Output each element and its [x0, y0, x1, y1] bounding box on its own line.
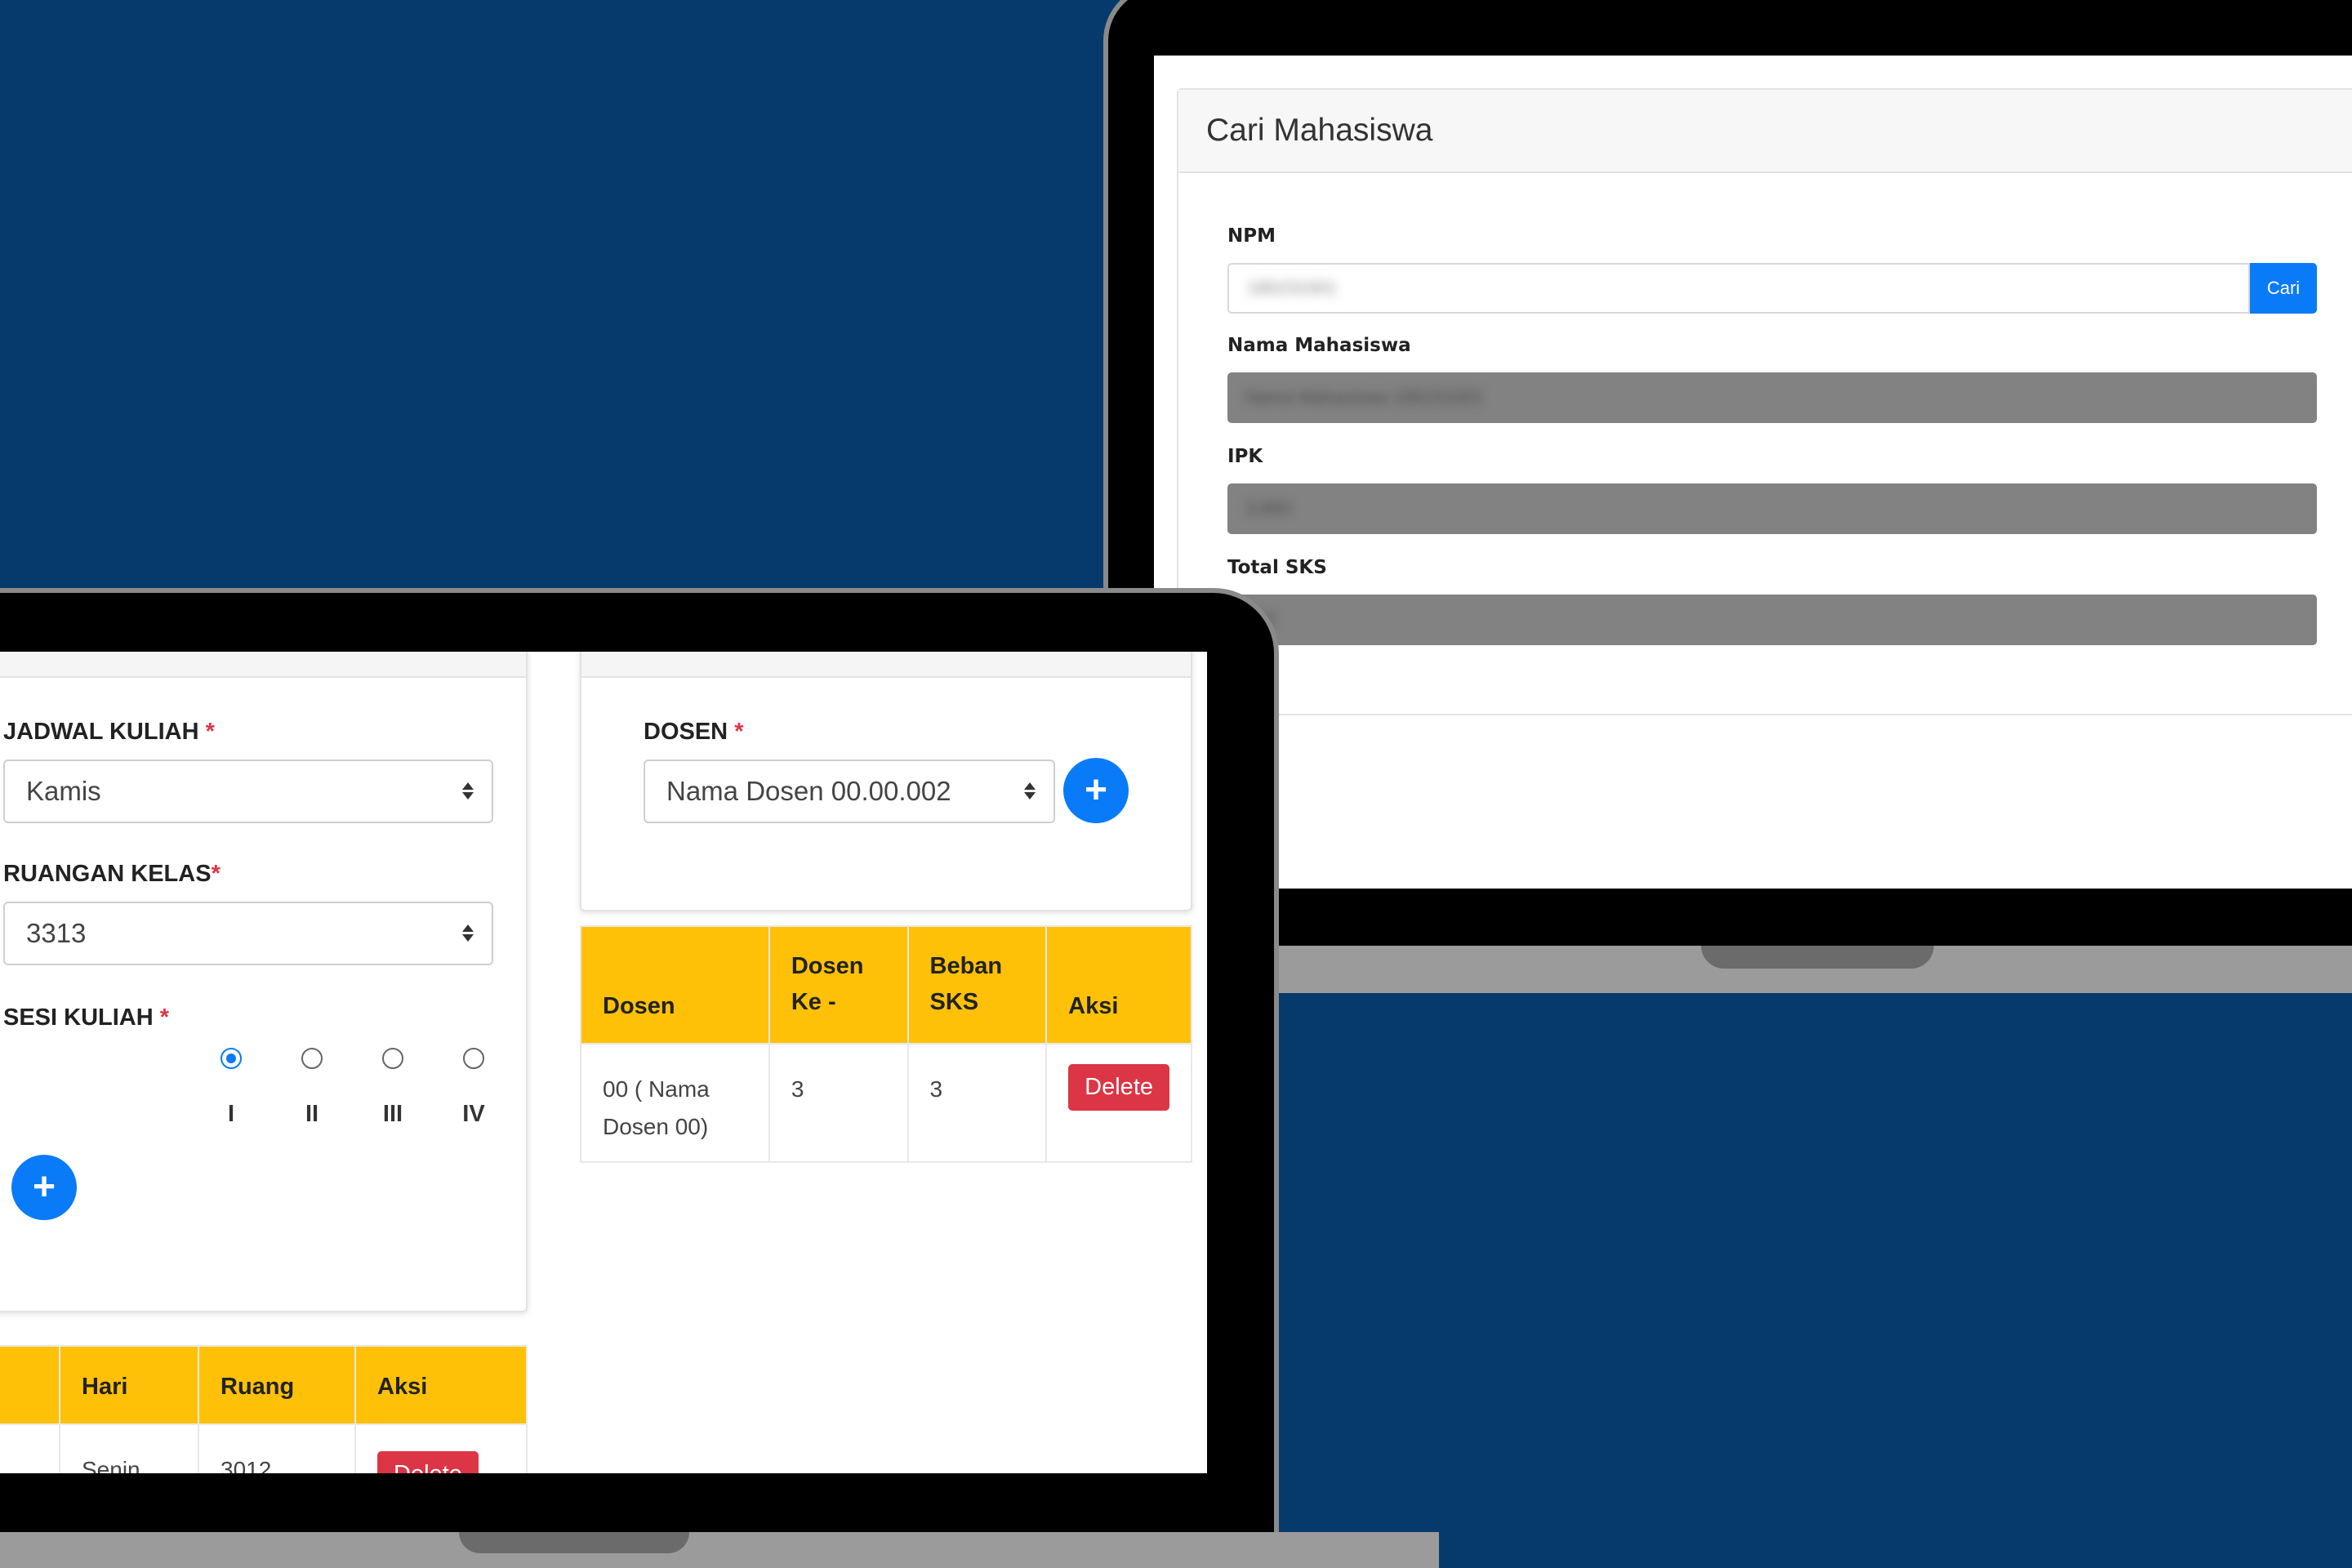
lecturer-select-value: Nama Dosen 00.00.002 — [666, 776, 951, 806]
room-select[interactable]: 3313 — [3, 902, 493, 965]
plus-icon: + — [32, 1165, 56, 1209]
table-header: Dosen — [580, 925, 770, 1045]
session-radio-4[interactable] — [463, 1048, 484, 1069]
table-header: Beban SKS — [906, 925, 1048, 1045]
lecturer-select[interactable]: Nama Dosen 00.00.002 — [644, 760, 1055, 823]
card-title: Cari Mahasiswa — [1206, 113, 1433, 148]
table-cell: Delete — [1045, 1043, 1192, 1163]
table-cell: 3 — [906, 1043, 1048, 1163]
session-label-4: IV — [462, 1101, 485, 1127]
table-cell: 00 ( Nama Dosen 00) — [580, 1043, 770, 1163]
student-name-label: Nama Mahasiswa — [1227, 335, 1411, 356]
total-sks-label: Total SKS — [1227, 557, 1327, 578]
laptop-back-notch — [1701, 946, 1934, 969]
lecturer-table: Dosen Dosen Ke - Beban SKS Aksi 00 ( Nam… — [580, 925, 1192, 1163]
table-row: Senin 3012 Delete — [0, 1423, 528, 1473]
npm-value: 185231001 — [1247, 278, 1338, 298]
search-button[interactable]: Cari — [2250, 263, 2317, 314]
table-cell — [0, 1423, 60, 1473]
sort-caret-icon — [462, 782, 474, 800]
session-label-1: I — [227, 1101, 235, 1127]
day-select[interactable]: Kamis — [3, 760, 493, 823]
table-header: Aksi — [354, 1345, 528, 1425]
session-radio-3[interactable] — [382, 1048, 403, 1069]
npm-input[interactable]: 185231001 — [1227, 263, 2250, 314]
session-radio-2[interactable] — [301, 1048, 323, 1069]
table-header: Aksi — [1045, 925, 1192, 1045]
day-select-value: Kamis — [26, 776, 101, 806]
add-schedule-button[interactable]: + — [11, 1155, 77, 1220]
room-label: RUANGAN KELAS* — [3, 861, 220, 887]
ipk-label: IPK — [1227, 446, 1263, 467]
schedule-screen: JADWAL KULIAH * Kamis RUANGAN KELAS* 331… — [0, 652, 1207, 1473]
table-cell: Delete — [354, 1423, 528, 1473]
laptop-front-base — [0, 1532, 1439, 1568]
student-search-screen: Cari Mahasiswa NPM 185231001 Cari Nama M… — [1154, 56, 2352, 889]
delete-button[interactable]: Delete — [377, 1451, 479, 1473]
table-row: 00 ( Nama Dosen 00) 3 3 Delete — [580, 1043, 1192, 1163]
session-radio-1[interactable] — [220, 1048, 242, 1069]
ipk-field: 3.800 — [1227, 483, 2317, 534]
ipk-value: 3.800 — [1245, 498, 1291, 519]
day-label: JADWAL KULIAH * — [3, 719, 215, 745]
laptop-front-notch — [459, 1532, 689, 1553]
session-label-2: II — [305, 1101, 319, 1127]
laptop-back-frame: Cari Mahasiswa NPM 185231001 Cari Nama M… — [1103, 0, 2352, 947]
table-cell: Senin — [59, 1423, 199, 1473]
plus-icon: + — [1084, 768, 1108, 812]
table-header: i — [0, 1345, 60, 1425]
sort-caret-icon — [462, 924, 474, 942]
lecturer-form-panel: DOSEN * Nama Dosen 00.00.002 + — [580, 652, 1192, 911]
npm-label: NPM — [1227, 225, 1276, 247]
table-cell: 3012 — [198, 1423, 356, 1473]
sort-caret-icon — [1024, 782, 1036, 800]
panel-header — [0, 652, 526, 678]
card-header: Cari Mahasiswa — [1178, 90, 2352, 173]
lecturer-label: DOSEN * — [644, 719, 744, 745]
schedule-table: i Hari Ruang Aksi Senin 3012 Delete — [0, 1345, 528, 1473]
table-cell: 3 — [768, 1043, 909, 1163]
room-select-value: 3313 — [26, 918, 87, 948]
delete-button[interactable]: Delete — [1068, 1064, 1169, 1111]
table-header: Dosen Ke - — [768, 925, 909, 1045]
table-header: Hari — [59, 1345, 199, 1425]
laptop-front-frame: JADWAL KULIAH * Kamis RUANGAN KELAS* 331… — [0, 588, 1279, 1535]
session-label: SESI KULIAH * — [3, 1004, 170, 1031]
total-sks-field: 120 — [1227, 595, 2317, 645]
student-name-value: Nama Mahasiswa 185231001 — [1245, 387, 1484, 408]
schedule-form-panel: JADWAL KULIAH * Kamis RUANGAN KELAS* 331… — [0, 652, 528, 1312]
table-header: Ruang — [198, 1345, 356, 1425]
panel-header — [581, 652, 1191, 678]
session-label-3: III — [382, 1101, 403, 1127]
student-name-field: Nama Mahasiswa 185231001 — [1227, 372, 2317, 423]
add-lecturer-button[interactable]: + — [1063, 758, 1129, 823]
student-search-card: Cari Mahasiswa NPM 185231001 Cari Nama M… — [1177, 88, 2352, 715]
